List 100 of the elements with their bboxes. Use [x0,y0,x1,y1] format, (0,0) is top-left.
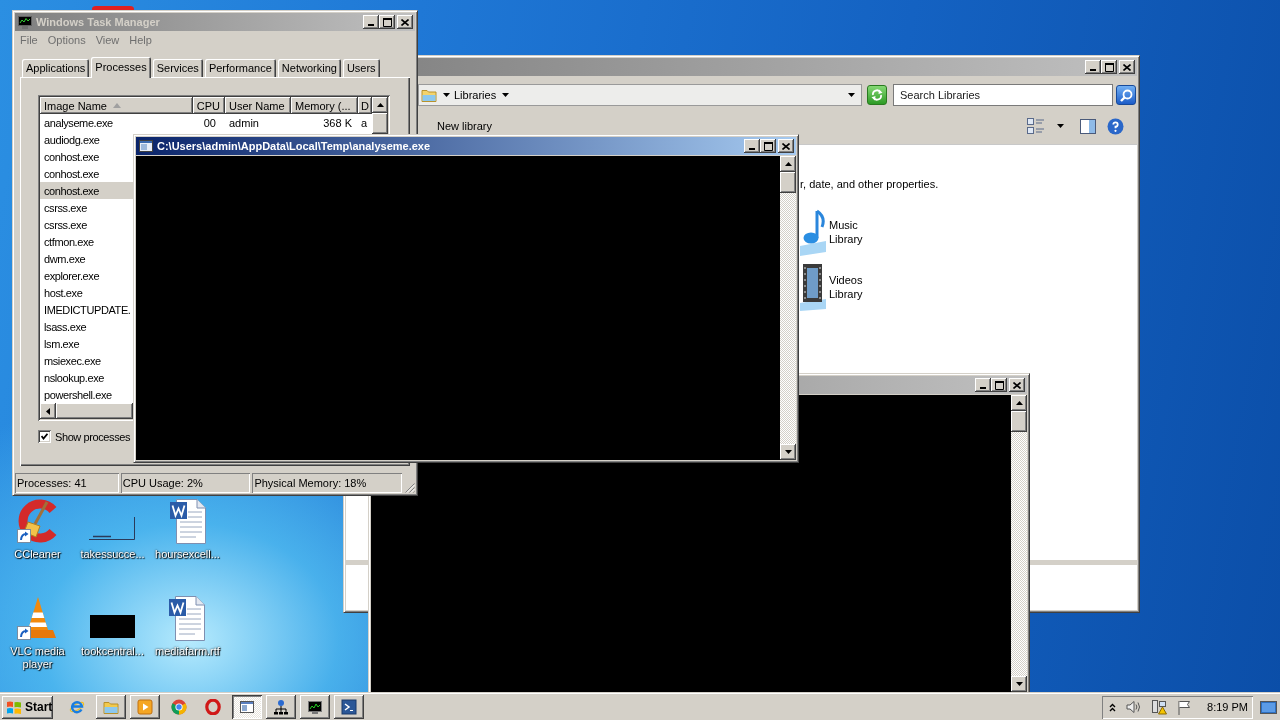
o-logo-icon[interactable] [205,699,221,715]
scroll-down-button[interactable] [780,444,796,460]
scroll-up-button[interactable] [1011,395,1027,411]
scroll-thumb[interactable] [780,172,796,193]
table-cell-text: 368 K [322,115,353,131]
column-header[interactable]: CPU [193,97,225,114]
clock[interactable]: 8:19 PM [1207,701,1248,713]
taskbar-button[interactable] [334,695,364,719]
toolbar-button[interactable]: New library [431,115,498,137]
minimize-button[interactable] [744,139,760,153]
minimize-button[interactable] [975,378,991,392]
table-cell[interactable]: analyseme.exe [40,114,133,131]
column-header[interactable]: User Name [225,97,291,114]
maximize-button[interactable] [1101,60,1117,74]
scroll-left-button[interactable] [40,403,56,419]
tab[interactable]: Processes [91,57,151,78]
close-button[interactable] [1119,60,1135,74]
scrollbar[interactable] [780,156,796,460]
scroll-thumb[interactable] [372,113,388,134]
checkbox[interactable] [38,430,51,443]
library-item[interactable]: Videos Library [800,263,873,311]
table-cell[interactable]: conhost.exe [40,182,133,199]
address-bar[interactable]: Libraries [418,84,862,106]
column-header[interactable]: Image Name [40,97,193,114]
maximize-button[interactable] [991,378,1007,392]
tab[interactable]: Applications [22,59,90,77]
taskbar-button[interactable] [300,695,330,719]
speaker-icon[interactable] [1126,700,1141,714]
checkmark-icon [41,433,48,440]
refresh-icon [870,88,884,102]
scroll-up-button[interactable] [780,156,796,172]
taskbar-button[interactable] [130,695,160,719]
table-cell[interactable]: msiexec.exe [40,352,133,369]
down-arrow-icon [1015,682,1023,686]
taskbar-button[interactable] [266,695,296,719]
table-cell[interactable]: audiodg.exe [40,131,133,148]
dropdown-caret-icon[interactable] [848,93,855,97]
minimize-icon [980,387,986,389]
table-cell[interactable]: lsass.exe [40,318,133,335]
table-cell[interactable]: explorer.exe [40,267,133,284]
maximize-button[interactable] [379,15,395,29]
scrollbar[interactable] [1011,395,1027,692]
image-thumbnail-icon [89,517,136,541]
windows-logo-icon [6,699,22,715]
table-cell[interactable]: powershell.exe [40,386,133,403]
table-cell[interactable]: conhost.exe [40,165,133,182]
browser-logo-icon[interactable] [171,699,187,715]
caret-icon[interactable] [1057,124,1064,128]
start-button[interactable]: Start [2,695,53,719]
table-cell[interactable]: csrss.exe [40,199,133,216]
tab[interactable]: Users [342,59,380,77]
double-chevron-icon[interactable] [1109,702,1116,712]
table-cell[interactable]: nslookup.exe [40,369,133,386]
search-field[interactable]: Search Libraries [893,84,1113,106]
tab[interactable]: Networking [277,59,341,77]
close-button[interactable] [1009,378,1025,392]
minimize-button[interactable] [1085,60,1101,74]
table-cell[interactable]: csrss.exe [40,216,133,233]
window-title: C:\Users\admin\AppData\Local\Temp\analyseme.exe [157,140,431,152]
network-warning-icon[interactable] [1151,699,1167,715]
refresh-button[interactable] [867,85,887,105]
table-cell[interactable]: ctfmon.exe [40,233,133,250]
minimize-button[interactable] [363,15,379,29]
table-cell[interactable]: conhost.exe [40,148,133,165]
flag-icon[interactable] [1177,699,1191,715]
table-cell[interactable]: lsm.exe [40,335,133,352]
table-cell[interactable]: host.exe [40,284,133,301]
screen-icon[interactable] [1260,699,1277,715]
taskbar-button[interactable] [232,695,262,719]
view-options-icon[interactable] [1027,118,1045,134]
library-item[interactable]: Music Library [800,208,873,256]
minimize-icon [1090,69,1096,71]
close-button[interactable] [778,139,794,153]
close-button[interactable] [397,15,413,29]
scroll-down-button[interactable] [1011,676,1027,692]
e-logo-icon[interactable] [69,699,85,715]
maximize-button[interactable] [760,139,776,153]
tab[interactable]: Services [152,59,203,77]
search-button[interactable] [1116,85,1136,105]
scroll-thumb[interactable] [56,403,133,419]
close-icon [1123,63,1131,71]
film-strip-icon [800,263,826,311]
folder-icon [421,87,437,103]
help-icon[interactable] [1107,117,1124,135]
breadcrumb-item[interactable]: Libraries [454,89,497,101]
preview-pane-icon[interactable] [1080,118,1096,134]
table-cell[interactable]: IMEDICTUPDATE. [40,301,133,318]
scroll-thumb[interactable] [1011,411,1027,432]
taskbar-button[interactable] [96,695,126,719]
table-cell[interactable]: dwm.exe [40,250,133,267]
minimize-icon [749,148,755,150]
play-icon [137,699,153,715]
caret-icon[interactable] [502,93,510,97]
tab[interactable]: Performance [204,59,276,77]
column-header[interactable]: D [358,97,372,114]
scroll-up-button[interactable] [372,97,388,113]
column-header[interactable]: Memory (... [291,97,358,114]
maximize-icon [1104,62,1114,72]
music-note-icon [800,208,826,256]
caret-icon[interactable] [443,93,450,97]
